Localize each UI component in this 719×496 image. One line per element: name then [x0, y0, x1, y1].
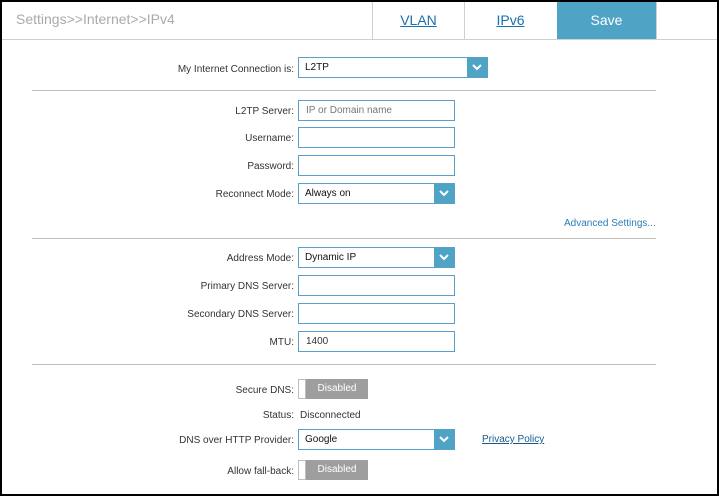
allow-fallback-label: Allow fall-back:	[227, 466, 294, 477]
tab-ipv6[interactable]: IPv6	[464, 2, 556, 39]
username-label: Username:	[245, 133, 294, 144]
connection-type-label: My Internet Connection is:	[177, 64, 294, 75]
secure-dns-label: Secure DNS:	[235, 385, 294, 396]
status-value: Disconnected	[300, 410, 361, 421]
chevron-down-icon	[434, 430, 454, 449]
chevron-down-icon	[467, 58, 487, 77]
breadcrumb: Settings>>Internet>>IPv4	[16, 11, 175, 27]
reconnect-mode-select[interactable]: Always on	[298, 183, 455, 204]
primary-dns-input[interactable]	[298, 275, 455, 296]
password-label: Password:	[247, 161, 294, 172]
secondary-dns-label: Secondary DNS Server:	[187, 309, 294, 320]
mtu-input[interactable]: 1400	[298, 331, 455, 352]
address-mode-select[interactable]: Dynamic IP	[298, 247, 455, 268]
advanced-settings-link[interactable]: Advanced Settings...	[564, 218, 656, 229]
mtu-label: MTU:	[269, 337, 294, 348]
doh-provider-value: Google	[305, 434, 338, 445]
l2tp-server-label: L2TP Server:	[235, 106, 294, 117]
status-label: Status:	[262, 410, 294, 421]
allow-fallback-toggle[interactable]: Disabled	[298, 460, 368, 480]
doh-provider-select[interactable]: Google	[298, 429, 455, 450]
username-input[interactable]	[298, 127, 455, 148]
address-mode-label: Address Mode:	[226, 253, 294, 264]
save-button[interactable]: Save	[557, 2, 656, 39]
doh-provider-label: DNS over HTTP Provider:	[179, 435, 294, 446]
section-divider	[32, 364, 656, 365]
secure-dns-toggle[interactable]: Disabled	[298, 379, 368, 399]
chevron-down-icon	[434, 184, 454, 203]
address-mode-value: Dynamic IP	[305, 252, 357, 263]
privacy-policy-link[interactable]: Privacy Policy	[482, 434, 544, 445]
allow-fallback-state: Disabled	[306, 460, 368, 480]
reconnect-mode-label: Reconnect Mode:	[215, 189, 294, 200]
chevron-down-icon	[434, 248, 454, 267]
password-input[interactable]	[298, 155, 455, 176]
primary-dns-label: Primary DNS Server:	[200, 281, 294, 292]
connection-type-select[interactable]: L2TP	[298, 57, 488, 78]
top-bar: Settings>>Internet>>IPv4 VLAN IPv6 Save	[2, 2, 717, 40]
toggle-knob	[298, 460, 306, 480]
connection-type-value: L2TP	[305, 62, 329, 73]
divider	[656, 2, 657, 39]
reconnect-mode-value: Always on	[305, 188, 351, 199]
secondary-dns-input[interactable]	[298, 303, 455, 324]
section-divider	[32, 238, 656, 239]
l2tp-server-input[interactable]: IP or Domain name	[298, 100, 455, 121]
secure-dns-state: Disabled	[306, 379, 368, 399]
tab-vlan[interactable]: VLAN	[372, 2, 464, 39]
section-divider	[32, 90, 656, 91]
toggle-knob	[298, 379, 306, 399]
settings-panel: Settings>>Internet>>IPv4 VLAN IPv6 Save …	[0, 0, 719, 496]
